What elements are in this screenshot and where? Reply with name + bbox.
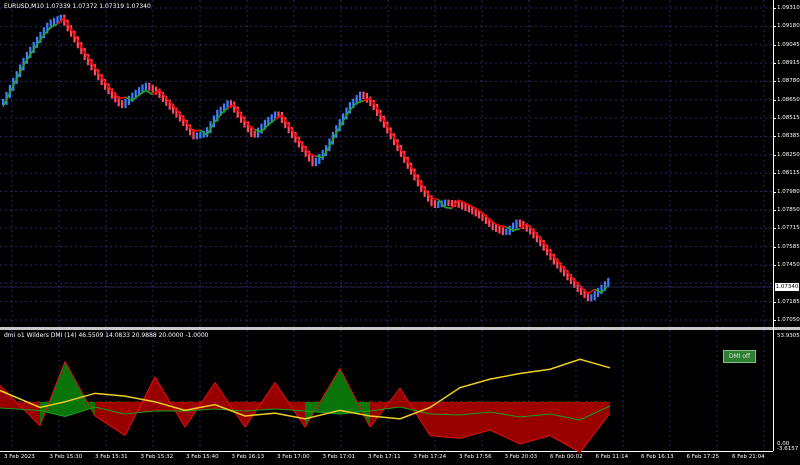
bear-bar xyxy=(311,155,314,167)
dmi-toggle-button[interactable]: DMI off xyxy=(723,350,756,363)
bear-bar xyxy=(253,130,256,138)
bear-bar xyxy=(151,84,154,93)
trend-line-up xyxy=(444,206,452,210)
price-axis-label: 1.07850 xyxy=(777,206,800,213)
indicator-title: dmi o1 Wilders DMI (14) 46.5509 14.0833 … xyxy=(4,332,209,339)
time-axis-label: 3 Feb 20:03 xyxy=(504,454,538,460)
bull-bar xyxy=(144,82,147,91)
time-axis-label: 6 Feb 17:25 xyxy=(686,454,720,460)
time-axis-label: 3 Feb 15:30 xyxy=(49,454,83,460)
chart-canvas xyxy=(0,0,773,453)
bull-bar xyxy=(437,201,440,209)
time-axis-label: 3 Feb 16:13 xyxy=(231,454,265,460)
price-axis-label: 1.09045 xyxy=(777,41,800,48)
bull-bar xyxy=(597,287,600,298)
price-axis-label: 1.08250 xyxy=(777,151,800,158)
price-axis-label: 1.08780 xyxy=(777,78,800,85)
bull-bar xyxy=(127,95,130,106)
price-axis-label: 1.07980 xyxy=(777,188,800,195)
trend-line-up xyxy=(315,155,323,159)
bull-bar xyxy=(318,153,321,164)
indicator-axis-label: -3.6157 xyxy=(777,446,799,452)
time-axis-label: 6 Feb 00:02 xyxy=(550,454,583,460)
time-axis-label: 3 Feb 17:11 xyxy=(368,454,401,460)
price-axis-label: 1.08515 xyxy=(777,115,800,122)
price-axis-label: 1.07050 xyxy=(777,317,800,323)
time-axis-label: 3 Feb 17:56 xyxy=(459,454,492,460)
bear-bar xyxy=(148,82,151,91)
price-axis-tick xyxy=(773,320,776,321)
bear-bar xyxy=(501,227,504,236)
bull-bar xyxy=(53,17,56,26)
bull-bar xyxy=(515,219,518,229)
time-axis-label: 3 Feb 17:24 xyxy=(413,454,447,460)
bull-bar xyxy=(195,132,198,140)
bull-bar xyxy=(257,127,260,138)
bear-bar xyxy=(464,203,467,211)
price-axis-label: 1.09310 xyxy=(777,5,800,11)
price-axis-label: 1.08650 xyxy=(777,96,800,103)
price-axis-label: 1.07585 xyxy=(777,243,800,250)
bear-bar xyxy=(461,201,464,210)
price-axis-tick xyxy=(773,99,776,101)
price-axis-tick xyxy=(773,44,776,46)
bear-bar xyxy=(447,199,450,207)
bear-bar xyxy=(450,200,453,207)
price-axis-tick xyxy=(773,136,776,138)
price-axis-tick xyxy=(773,154,776,156)
dmi-minus-area-lower xyxy=(370,402,400,411)
price-axis-tick xyxy=(773,191,776,193)
price-axis-tick xyxy=(773,26,776,28)
price-axis-label: 1.07450 xyxy=(777,261,800,268)
time-axis-label: 3 Feb 15:31 xyxy=(95,454,128,460)
bear-bar xyxy=(365,93,368,103)
bull-bar xyxy=(508,225,511,235)
price-axis-label: 1.07185 xyxy=(777,298,800,305)
bear-bar xyxy=(433,200,436,209)
price-axis-tick xyxy=(773,228,776,230)
time-axis-label: 3 Feb 15:32 xyxy=(140,454,174,460)
price-axis-tick xyxy=(773,118,776,120)
price-axis-tick xyxy=(773,81,776,83)
time-axis-label: 3 Feb 2023 xyxy=(4,454,35,460)
time-axis-label: 3 Feb 15:40 xyxy=(186,454,219,460)
time-axis-label: 3 Feb 17:01 xyxy=(322,454,356,460)
bear-bar xyxy=(121,100,124,109)
trend-line-up xyxy=(145,89,153,96)
price-axis-tick xyxy=(773,8,776,9)
time-axis-label: 3 Feb 17:00 xyxy=(277,454,310,460)
bull-bar xyxy=(359,91,362,102)
price-axis-label: 1.07715 xyxy=(777,225,800,232)
time-axis-label: 6 Feb 21:04 xyxy=(732,454,765,460)
price-axis-tick xyxy=(773,264,776,266)
price-axis-tick xyxy=(773,209,776,211)
trend-line-down xyxy=(587,288,596,295)
price-axis-tick xyxy=(773,173,776,175)
bull-bar xyxy=(199,131,202,139)
trend-line-down xyxy=(431,197,439,201)
bull-bar xyxy=(593,291,596,301)
bear-bar xyxy=(362,91,365,100)
current-price-label: 1.07340 xyxy=(775,283,799,291)
bear-bar xyxy=(498,225,501,234)
bull-bar xyxy=(590,294,593,302)
indicator-axis-label: 53.9305 xyxy=(777,333,800,339)
price-axis-label: 1.08385 xyxy=(777,133,800,140)
dmi-plus-area-lower xyxy=(65,402,95,417)
price-axis-tick xyxy=(773,301,776,303)
price-axis-label: 1.08915 xyxy=(777,60,800,67)
price-axis-tick xyxy=(773,246,776,248)
time-axis-label: 6 Feb 11:14 xyxy=(595,454,629,460)
price-axis-label: 1.08115 xyxy=(777,170,800,177)
bear-bar xyxy=(518,219,521,227)
bull-bar xyxy=(314,157,317,167)
price-axis-label: 1.09180 xyxy=(777,23,800,30)
bull-bar xyxy=(505,228,508,236)
price-axis-tick xyxy=(773,63,776,65)
bull-bar xyxy=(124,98,127,109)
symbol-title: EURUSD,M10 1.07339 1.07372 1.07319 1.073… xyxy=(4,3,151,10)
time-axis-label: 6 Feb 16:13 xyxy=(641,454,674,460)
